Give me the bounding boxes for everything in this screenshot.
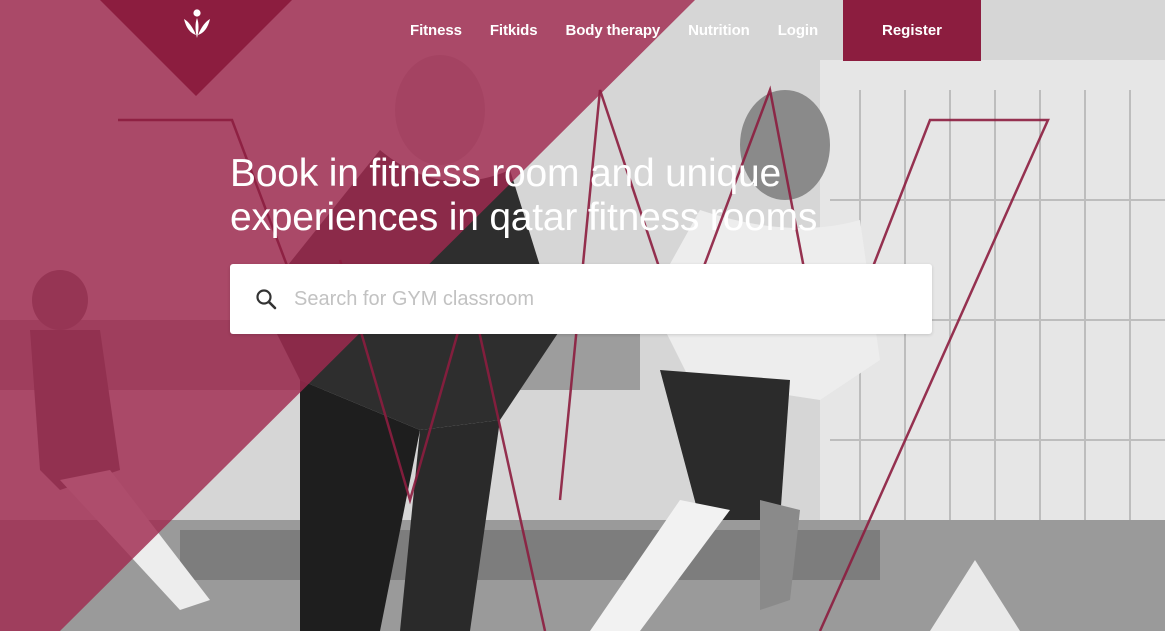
hero-headline-line-2: experiences in qatar fitness rooms [230,196,818,239]
search-input[interactable] [294,279,894,319]
main-nav: Fitness Fitkids Body therapy Nutrition L… [396,0,832,61]
hero-headline: Book in fitness room and unique experien… [230,152,890,240]
search-icon[interactable] [252,285,280,313]
hero-headline-line-1: Book in fitness room and unique [230,152,781,195]
hero-section: Fitness Fitkids Body therapy Nutrition L… [0,0,1165,631]
person-leaf-logo-icon[interactable] [178,8,216,40]
top-navbar: Fitness Fitkids Body therapy Nutrition L… [0,0,1165,61]
nav-item-login[interactable]: Login [778,22,818,39]
register-button[interactable]: Register [843,0,981,61]
nav-item-body-therapy[interactable]: Body therapy [565,22,660,39]
nav-item-fitkids[interactable]: Fitkids [490,22,538,39]
nav-item-nutrition[interactable]: Nutrition [688,22,750,39]
nav-item-fitness[interactable]: Fitness [410,22,462,39]
search-bar [230,264,932,334]
